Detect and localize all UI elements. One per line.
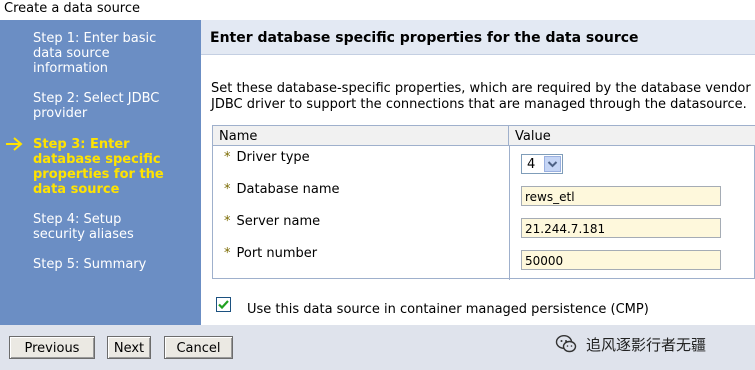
arrow-right-icon	[6, 137, 23, 151]
wizard-step-3-current: Step 3: Enter database specific properti…	[33, 137, 193, 197]
server-name-field[interactable]	[521, 218, 721, 238]
driver-type-value: 4	[527, 157, 536, 172]
window-title: Create a data source	[0, 0, 755, 20]
checkmark-icon	[218, 300, 229, 310]
wizard-steps-sidebar: Step 1: Enter basic data source informat…	[0, 20, 201, 325]
required-marker: *	[224, 246, 231, 261]
property-label: * Driver type	[224, 150, 310, 165]
chevron-down-glyph	[547, 161, 558, 168]
driver-type-select[interactable]: 4	[521, 154, 563, 174]
step-1-line: information	[33, 61, 109, 76]
wizard-step-5: Step 5: Summary	[33, 257, 193, 272]
panel-description: Set these database-specific properties, …	[211, 81, 755, 113]
step-3-line: database specific	[33, 152, 161, 167]
table-row-database-name: * Database name	[213, 178, 755, 210]
cmp-label: Use this data source in container manage…	[247, 302, 649, 317]
table-row-server-name: * Server name	[213, 210, 755, 242]
next-button[interactable]: Next	[107, 336, 151, 359]
step-4-line: Step 4: Setup	[33, 212, 122, 227]
required-marker: *	[224, 150, 231, 165]
database-name-label: Database name	[236, 182, 340, 197]
driver-type-label: Driver type	[236, 150, 310, 165]
database-name-field[interactable]	[521, 186, 721, 206]
step-1-line: Step 1: Enter basic	[33, 31, 157, 46]
properties-panel: Enter database specific properties for t…	[201, 20, 755, 325]
property-label: * Server name	[224, 214, 320, 229]
description-line: JDBC driver to support the connections t…	[211, 97, 747, 112]
step-3-line: Step 3: Enter	[33, 137, 130, 152]
required-marker: *	[224, 214, 231, 229]
cancel-button[interactable]: Cancel	[164, 336, 233, 359]
wizard-footer: Previous Next Cancel 追风逐影行者无疆	[0, 325, 755, 370]
watermark-text: 追风逐影行者无疆	[586, 336, 707, 354]
table-row-driver-type: * Driver type 4	[213, 146, 755, 178]
column-header-value: Value	[509, 126, 755, 146]
property-label: * Port number	[224, 246, 317, 261]
step-2-line: Step 2: Select JDBC	[33, 91, 160, 106]
step-4-line: security aliases	[33, 227, 134, 242]
cmp-checkbox[interactable]	[216, 297, 231, 312]
property-label: * Database name	[224, 182, 340, 197]
wizard-area: Step 1: Enter basic data source informat…	[0, 20, 755, 325]
wizard-step-2: Step 2: Select JDBC provider	[33, 91, 193, 121]
step-3-line: properties for the	[33, 167, 164, 182]
required-marker: *	[224, 182, 231, 197]
step-1-line: data source	[33, 46, 110, 61]
properties-table: Name Value * Driver type 4 * Database na…	[212, 125, 755, 280]
column-header-name: Name	[213, 126, 509, 146]
wizard-step-1: Step 1: Enter basic data source informat…	[33, 31, 193, 76]
port-number-field[interactable]	[521, 250, 721, 270]
wizard-step-4: Step 4: Setup security aliases	[33, 212, 193, 242]
create-data-source-window: Create a data source Step 1: Enter basic…	[0, 0, 755, 370]
panel-header: Enter database specific properties for t…	[201, 20, 755, 55]
previous-button[interactable]: Previous	[9, 336, 95, 359]
step-3-line: data source	[33, 182, 120, 197]
chevron-down-icon[interactable]	[544, 156, 561, 172]
server-name-label: Server name	[236, 214, 321, 229]
step-5-line: Step 5: Summary	[33, 257, 147, 272]
description-line: Set these database-specific properties, …	[211, 81, 751, 96]
wechat-logo-icon	[555, 334, 577, 353]
step-2-line: provider	[33, 106, 88, 121]
table-row-port-number: * Port number	[213, 242, 755, 274]
port-number-label: Port number	[236, 246, 318, 261]
